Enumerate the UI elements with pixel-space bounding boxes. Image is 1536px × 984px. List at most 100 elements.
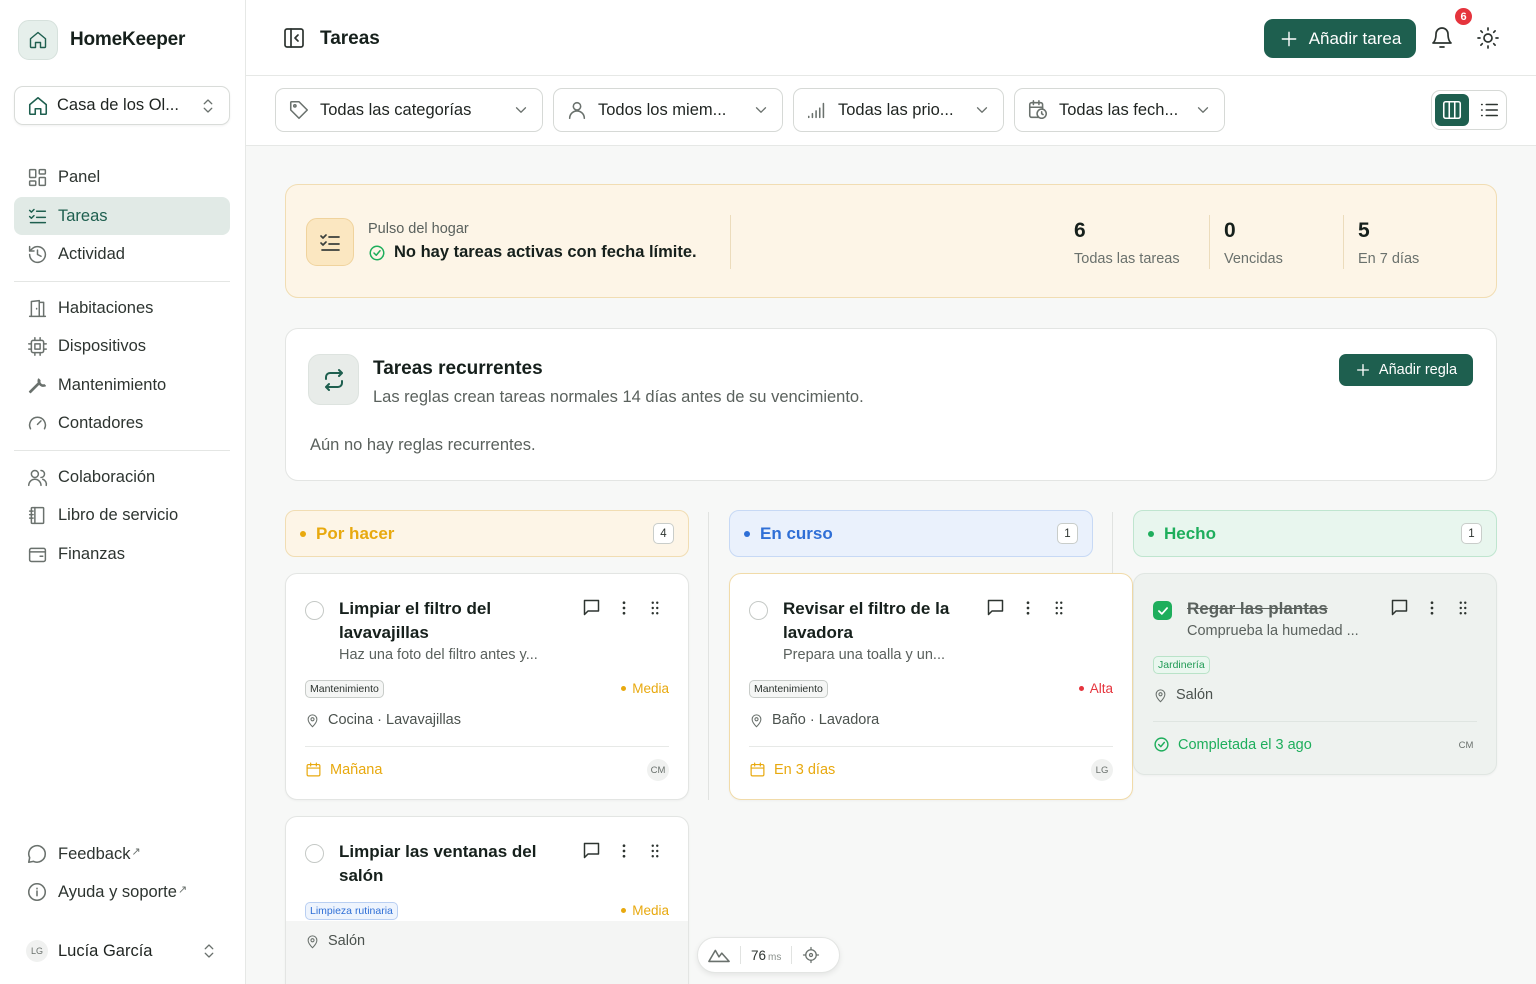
task-actions [581,597,664,618]
more-vertical-icon[interactable] [615,598,633,618]
date-filter[interactable]: Todas las fech... [1014,88,1225,132]
card-divider [305,746,669,747]
priority-indicator: Media [621,903,669,918]
category-filter-value: Todas las categorías [320,100,472,119]
category-tag: Jardinería [1153,656,1210,674]
completed-date: Completada el 3 ago [1153,736,1312,753]
add-rule-label: Añadir regla [1378,362,1458,378]
chevron-down-icon [752,101,770,119]
nav-item-dispositivos[interactable]: Dispositivos [14,327,230,365]
nav-item-habitaciones[interactable]: Habitaciones [14,289,230,327]
priority-filter[interactable]: Todas las prio... [793,88,1004,132]
nav-item-panel[interactable]: Panel [14,158,230,196]
priority-indicator: Alta [1078,681,1113,696]
nav-item-libro-de-servicio[interactable]: Libro de servicio [14,496,230,534]
add-task-button[interactable]: Añadir tarea [1264,19,1416,58]
sun-icon[interactable] [1476,26,1500,50]
render-time-unit: ms [768,951,782,963]
priority-indicator: Media [621,681,669,696]
pulse-message: No hay tareas activas con fecha límite. [368,243,697,262]
task-checkbox-checked[interactable] [1153,601,1172,620]
avatar: LG [26,940,48,962]
nav-divider [14,450,230,451]
crosshair-icon[interactable] [802,946,820,964]
drag-handle-icon[interactable] [1050,598,1068,618]
drag-handle-icon[interactable] [646,841,664,861]
location-text: Cocina · Lavavajillas [328,712,461,728]
task-checkbox[interactable] [305,601,324,620]
category-filter[interactable]: Todas las categorías [275,88,543,132]
house-name: Casa de los Ol... [57,96,179,114]
category-tag: Mantenimiento [749,680,828,698]
priority-label: Media [632,681,669,696]
task-location: Salón [305,933,365,949]
board-view-icon[interactable] [1435,94,1469,126]
completed-text: Completada el 3 ago [1178,736,1312,753]
sidebar-toggle-icon[interactable] [282,26,306,50]
column-label: Hecho [1164,523,1216,543]
more-vertical-icon[interactable] [615,841,633,861]
priority-dot [1078,686,1084,691]
nav-item-feedback[interactable]: Feedback↗ [14,835,230,873]
wrench-icon [26,374,48,396]
brand[interactable]: HomeKeeper [18,20,185,60]
recurring-empty-state: Aún no hay reglas recurrentes. [310,436,536,454]
nav-label: Actividad [58,244,125,263]
drag-handle-icon[interactable] [1454,598,1472,618]
nav-item-actividad[interactable]: Actividad [14,235,230,273]
category-tag: Limpieza rutinaria [305,902,398,920]
column-label: En curso [760,523,833,543]
nav-item-ayuda[interactable]: Ayuda y soporte↗ [14,873,230,911]
task-location: Salón [1153,687,1213,703]
nav-item-contadores[interactable]: Contadores [14,404,230,442]
task-description: Haz una foto del filtro antes y... [339,647,538,663]
nav-item-mantenimiento[interactable]: Mantenimiento [14,366,230,404]
mountain-logo-icon[interactable] [708,947,730,963]
status-dot [300,530,306,537]
priority-filter-value: Todas las prio... [838,100,954,119]
more-vertical-icon[interactable] [1019,598,1037,618]
topbar: Tareas Añadir tarea 6 [246,0,1536,76]
task-description: Prepara una toalla y un... [783,647,946,663]
nav-item-colaboracion[interactable]: Colaboración [14,458,230,496]
category-tag: Mantenimiento [305,680,384,698]
wallet-icon [26,543,48,565]
task-card[interactable]: Revisar el filtro de la lavadora Prepara… [729,573,1133,800]
location-text: Salón [1176,687,1214,703]
devtools-pill[interactable]: 76 ms [697,937,840,973]
comment-icon[interactable] [581,597,602,618]
task-card[interactable]: Limpiar el filtro del lavavajillas Haz u… [285,573,689,800]
more-vertical-icon[interactable] [1423,598,1441,618]
calendar-icon [749,761,766,778]
task-card[interactable]: Regar las plantas Comprueba la humedad .… [1133,573,1497,775]
comment-icon[interactable] [581,840,602,861]
member-filter[interactable]: Todos los miem... [553,88,783,132]
column-divider [708,512,709,800]
list-view-icon[interactable] [1472,91,1506,129]
add-rule-button[interactable]: Añadir regla [1339,354,1473,386]
house-icon [27,95,49,117]
user-menu[interactable]: LG Lucía García [14,932,230,970]
task-checkbox[interactable] [749,601,768,620]
task-card[interactable]: Limpiar las ventanas del salón Limpieza … [285,816,689,984]
assignee-avatar: LG [1091,759,1113,781]
nav-item-finanzas[interactable]: Finanzas [14,535,230,573]
task-title: Limpiar las ventanas del salón [339,842,537,885]
plus-icon [1356,364,1369,376]
date-filter-value: Todas las fech... [1059,100,1179,119]
due-date: En 3 días [749,761,835,778]
column-count: 1 [1057,523,1078,544]
divider [1209,215,1210,269]
nav-item-tareas[interactable]: Tareas [14,197,230,235]
comment-icon[interactable] [1389,597,1410,618]
grid-icon [26,166,48,188]
house-selector[interactable]: Casa de los Ol... [14,86,230,125]
drag-handle-icon[interactable] [646,598,664,618]
divider [1343,215,1344,269]
task-checkbox[interactable] [305,844,324,863]
recurring-description: Las reglas crean tareas normales 14 días… [373,388,864,406]
task-actions [985,597,1068,618]
task-actions [581,840,664,861]
bell-icon[interactable] [1430,26,1454,50]
comment-icon[interactable] [985,597,1006,618]
